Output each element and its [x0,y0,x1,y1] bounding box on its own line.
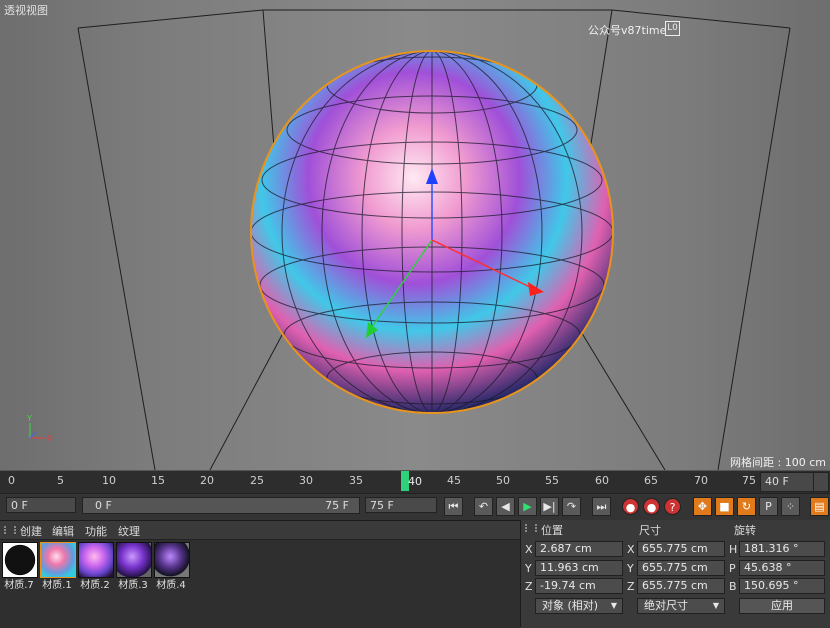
material-label: 材质.4 [156,580,186,591]
panel-grip-icon[interactable] [4,526,16,534]
tick-label: 5 [57,474,64,487]
size-z-field[interactable]: 655.775 cm [637,578,725,594]
menu-edit[interactable]: 编辑 [52,523,74,539]
size-x-field[interactable]: 655.775 cm [637,541,725,557]
axis-y-label: Y [525,562,532,575]
rotation-header: 旋转 [734,524,756,537]
end-frame-field[interactable]: 75 F [365,497,437,513]
tick-label: 30 [299,474,313,487]
key-rotation-icon[interactable]: ↻ [737,497,756,516]
axis-b-label: B [729,580,737,593]
material-swatch[interactable] [2,542,38,578]
panel-grip-icon[interactable] [525,524,537,532]
size-mode-value: 绝对尺寸 [644,599,688,612]
step-back-icon[interactable]: ◀ [496,497,515,516]
preview-range-slider[interactable]: 0 F 75 F [82,497,360,514]
material-menubar: 创建 编辑 功能 纹理 [0,521,520,540]
position-y-field[interactable]: 11.963 cm [535,560,623,576]
go-to-start-icon[interactable]: ⏮ [444,497,463,516]
apply-button[interactable]: 应用 [739,598,825,614]
material-label: 材质.1 [42,580,72,591]
perspective-viewport[interactable]: Y X 透视视图 公众号v87time L0 网格间距 : 100 cm [0,0,830,470]
tick-label: 35 [349,474,363,487]
tick-label: 50 [496,474,510,487]
size-mode-dropdown[interactable]: 绝对尺寸 ▼ [637,598,725,614]
axis-x-label: X [627,543,635,556]
material-swatch[interactable] [78,542,114,578]
record-keys-icon[interactable]: ● [622,498,639,515]
menu-function[interactable]: 功能 [85,523,107,539]
keyframe-selection-icon[interactable]: ? [664,498,681,515]
position-header: 位置 [541,524,563,537]
rotation-p-field[interactable]: 45.638 ° [739,560,825,576]
step-forward-icon[interactable]: ▶| [540,497,559,516]
grid-spacing-label: 网格间距 : 100 cm [730,456,826,469]
rotation-b-field[interactable]: 150.695 ° [739,578,825,594]
world-axis-indicator: Y X [26,414,53,443]
axis-z-label: Z [627,580,635,593]
position-z-field[interactable]: -19.74 cm [535,578,623,594]
prev-key-icon[interactable]: ↶ [474,497,493,516]
tick-label: 70 [694,474,708,487]
camera-badge-icon[interactable]: L0 [665,21,680,36]
position-x-field[interactable]: 2.687 cm [535,541,623,557]
auto-key-icon[interactable]: ● [643,498,660,515]
coordinate-mode-value: 对象 (相对) [542,599,599,612]
tick-label: 65 [644,474,658,487]
tick-label: 15 [151,474,165,487]
current-frame-label: 40 [408,475,422,488]
key-scale-icon[interactable]: ■ [715,497,734,516]
current-frame-field[interactable]: 40 F [760,472,816,492]
tick-label: 20 [200,474,214,487]
chevron-down-icon: ▼ [712,601,719,610]
material-swatch[interactable] [40,542,76,578]
next-key-icon[interactable]: ↷ [562,497,581,516]
chevron-down-icon: ▼ [610,601,617,610]
coordinate-mode-dropdown[interactable]: 对象 (相对) ▼ [535,598,623,614]
size-y-field[interactable]: 655.775 cm [637,560,725,576]
menu-create[interactable]: 创建 [20,523,42,539]
watermark-text: 公众号v87time [588,24,667,37]
material-swatch[interactable] [154,542,190,578]
start-frame-field[interactable]: 0 F [6,497,76,513]
svg-text:Y: Y [26,414,32,423]
menu-texture[interactable]: 纹理 [118,523,140,539]
timeline-icon[interactable]: ▤ [810,497,829,516]
material-label: 材质.3 [118,580,148,591]
range-end-label: 75 F [325,499,349,512]
axis-p-label: P [729,562,736,575]
tick-label: 10 [102,474,116,487]
tick-label: 45 [447,474,461,487]
rotation-h-field[interactable]: 181.316 ° [739,541,825,557]
size-header: 尺寸 [639,524,661,537]
go-to-end-icon[interactable]: ⏭ [592,497,611,516]
tick-label: 25 [250,474,264,487]
material-swatch[interactable] [116,542,152,578]
frame-grid-icon[interactable] [813,472,829,492]
svg-text:X: X [47,434,53,443]
range-start-label: 0 F [95,499,112,512]
viewport-title: 透视视图 [4,4,48,17]
axis-x-label: X [525,543,533,556]
axis-y-label: Y [627,562,634,575]
axis-h-label: H [729,543,738,556]
tick-label: 0 [8,474,15,487]
material-label: 材质.2 [80,580,110,591]
material-label: 材质.7 [4,580,34,591]
tick-label: 55 [545,474,559,487]
play-icon[interactable]: ▶ [518,497,537,516]
tick-label: 75 [742,474,756,487]
key-position-icon[interactable]: ✥ [693,497,712,516]
key-pla-icon[interactable]: ⁘ [781,497,800,516]
viewport-scene: Y X [26,9,791,470]
key-parameter-icon[interactable]: P [759,497,778,516]
axis-z-label: Z [525,580,533,593]
tick-label: 60 [595,474,609,487]
